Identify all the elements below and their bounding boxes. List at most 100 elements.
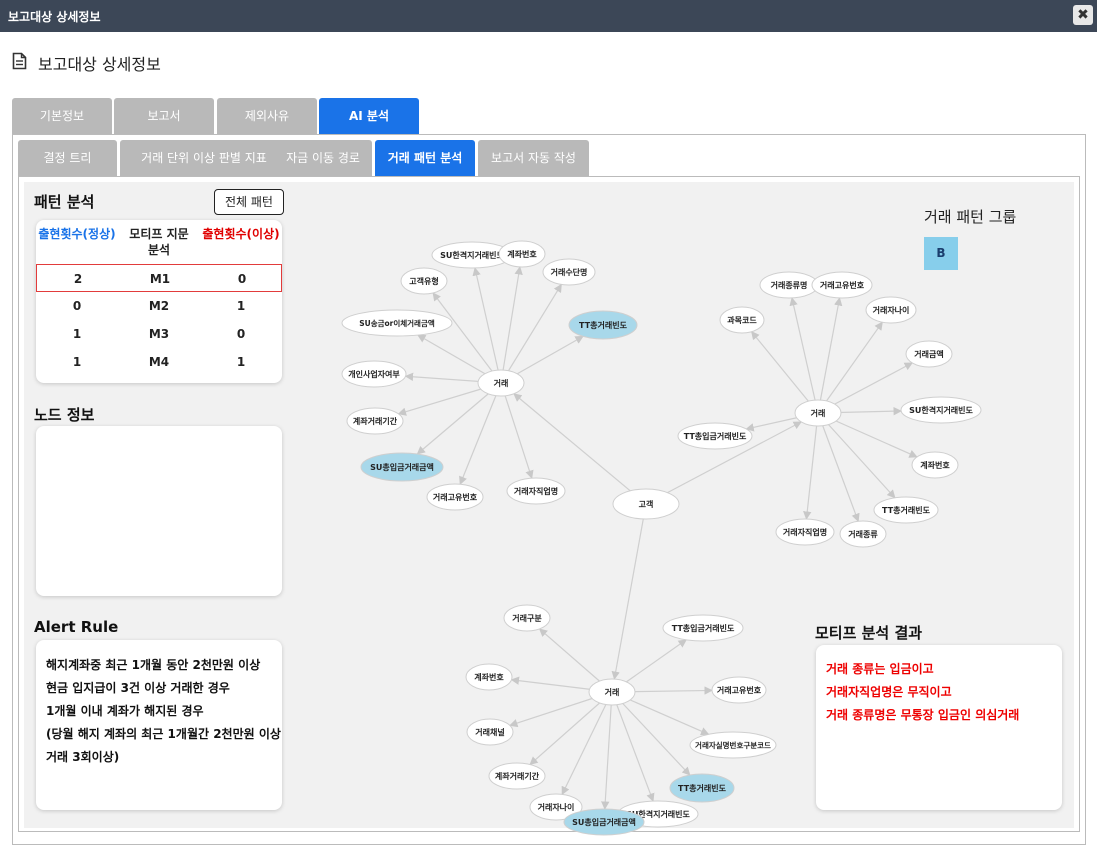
graph-node-label: 거래고유번호 <box>820 280 865 290</box>
graph-node-d4[interactable]: 거래고유번호 <box>711 676 767 704</box>
graph-node-label: 거래수단명 <box>551 267 588 277</box>
node-info-title: 노드 정보 <box>34 406 95 424</box>
col-normal-count: 출현횟수(정상) <box>38 227 116 241</box>
pattern-table: 출현횟수(정상) 모티프 지문 분석 출현횟수(이상) 2 M1 0 0 M2 … <box>36 220 282 383</box>
graph-node-a4[interactable]: 거래수단명 <box>542 258 596 286</box>
graph-node-label: 고객유형 <box>409 276 438 286</box>
normal-count-cell: 0 <box>72 299 82 313</box>
graph-node-label: 거래금액 <box>914 349 943 359</box>
graph-node-h3[interactable]: 거래 <box>588 678 636 706</box>
graph-node-label: SU한격지거래빈도 <box>440 250 504 260</box>
graph-node-d6[interactable]: 거래자실명번호구분코드 <box>689 731 777 759</box>
graph-edge <box>601 691 613 810</box>
pattern-group-badge[interactable]: B <box>924 237 958 270</box>
graph-node-d3[interactable]: 계좌번호 <box>465 663 513 691</box>
graph-node-h1[interactable]: 거래 <box>477 369 525 397</box>
graph-node-label: SU한격지거래빈도 <box>909 405 973 415</box>
pattern-row[interactable]: 1 M3 0 <box>36 320 282 348</box>
graph-node-a2[interactable]: 계좌번호 <box>498 240 546 268</box>
graph-node-b6[interactable]: TT총입금거래빈도 <box>677 422 753 450</box>
motif-result-line: 거래 종류는 입금이고 <box>826 662 934 676</box>
graph-node-label: SU총입금거래금액 <box>572 817 636 827</box>
graph-node-b4[interactable]: 거래자나이 <box>865 296 917 324</box>
graph-node-d11[interactable]: SU총입금거래금액 <box>563 808 645 836</box>
graph-node-label: 계좌번호 <box>920 460 950 470</box>
graph-node-label: 거래고유번호 <box>433 492 478 502</box>
graph-node-b1[interactable]: 거래종류명 <box>759 271 819 299</box>
graph-node-label: 개인사업자여부 <box>348 369 400 379</box>
graph-node-a10[interactable]: 거래고유번호 <box>426 483 484 511</box>
graph-node-label: 거래자실명번호구분코드 <box>695 740 771 750</box>
graph-edge <box>817 297 843 414</box>
graph-node-a11[interactable]: 거래자직업명 <box>506 477 566 505</box>
graph-node-a7[interactable]: 개인사업자여부 <box>341 360 407 388</box>
graph-edge <box>611 691 655 802</box>
alert-rule-line: 1개월 이내 계좌가 해지된 경우 <box>46 704 204 718</box>
graph-edge <box>611 691 691 776</box>
pattern-row[interactable]: 2 M1 0 <box>36 264 282 292</box>
graph-node-c[interactable]: 고객 <box>612 488 680 520</box>
graph-node-label: 거래채널 <box>475 727 504 737</box>
abnormal-count-cell: 1 <box>236 355 246 369</box>
graph-node-label: 고객 <box>639 499 654 509</box>
graph-node-label: 거래구분 <box>512 613 542 623</box>
normal-count-cell: 1 <box>72 355 82 369</box>
graph-node-d8[interactable]: TT총거래빈도 <box>669 773 735 803</box>
pattern-analysis-title: 패턴 분석 <box>34 193 95 211</box>
graph-edge <box>817 412 860 523</box>
all-patterns-button[interactable]: 전체 패턴 <box>214 189 284 215</box>
graph-edge <box>817 321 883 414</box>
graph-node-h2[interactable]: 거래 <box>794 399 842 427</box>
motif-result-line: 거래자직업명은 무직이고 <box>826 685 952 699</box>
graph-node-label: 계좌거래기간 <box>353 416 398 426</box>
graph-node-label: 과목코드 <box>727 315 757 325</box>
graph-node-b5[interactable]: 거래금액 <box>905 340 953 368</box>
node-info-panel <box>36 426 282 596</box>
motif-cell: M4 <box>148 355 170 369</box>
graph-edge <box>611 503 647 680</box>
pattern-row[interactable]: 1 M4 1 <box>36 348 282 376</box>
graph-node-b7[interactable]: SU한격지거래빈도 <box>900 396 982 424</box>
graph-node-b2[interactable]: 거래고유번호 <box>811 271 873 299</box>
alert-rule-line: 현금 입지급이 3건 이상 거래한 경우 <box>46 681 230 695</box>
motif-cell: M1 <box>149 272 171 286</box>
motif-cell: M2 <box>148 299 170 313</box>
graph-node-label: TT총거래빈도 <box>882 505 931 515</box>
abnormal-count-cell: 1 <box>236 299 246 313</box>
graph-node-label: 거래 <box>494 378 509 388</box>
graph-node-a3[interactable]: 고객유형 <box>400 267 448 295</box>
graph-edge <box>561 691 613 796</box>
alert-rule-line: 거래 3회이상) <box>46 750 120 764</box>
graph-node-a8[interactable]: 계좌거래기간 <box>346 407 404 435</box>
graph-node-b3[interactable]: 과목코드 <box>719 306 765 334</box>
graph-edge <box>459 382 502 486</box>
graph-node-label: 거래자나이 <box>538 802 575 812</box>
motif-cell: M3 <box>148 327 170 341</box>
graph-node-label: SU송금or이체거래금액 <box>359 318 435 328</box>
alert-rule-title: Alert Rule <box>34 618 119 636</box>
alert-rule-text: 해지계좌중 최근 1개월 동안 2천만원 이상 현금 입지급이 3건 이상 거래… <box>46 654 281 769</box>
graph-node-label: 거래종류명 <box>771 280 808 290</box>
graph-node-a6[interactable]: TT총거래빈도 <box>568 310 638 340</box>
graph-node-a9[interactable]: SU총입금거래금액 <box>360 452 444 482</box>
graph-node-label: 계좌거래기간 <box>495 771 540 781</box>
graph-node-b10[interactable]: 거래자직업명 <box>775 518 835 546</box>
pattern-row[interactable]: 0 M2 1 <box>36 292 282 320</box>
graph-node-label: TT총입금거래빈도 <box>684 431 747 441</box>
motif-result-line: 거래 종류명은 무통장 입금인 의심거래 <box>826 708 1020 722</box>
normal-count-cell: 2 <box>73 272 83 286</box>
graph-node-d5[interactable]: 거래채널 <box>466 718 514 746</box>
graph-node-label: 거래종류 <box>848 529 878 539</box>
graph-node-d7[interactable]: 계좌거래기간 <box>488 762 546 790</box>
motif-result-title: 모티프 분석 결과 <box>815 624 923 642</box>
graph-node-label: TT총거래빈도 <box>678 783 727 793</box>
graph-node-b8[interactable]: 계좌번호 <box>911 451 959 479</box>
graph-node-d1[interactable]: 거래구분 <box>503 604 551 632</box>
graph-node-label: 거래자직업명 <box>783 527 827 537</box>
graph-node-a5[interactable]: SU송금or이체거래금액 <box>341 309 453 337</box>
alert-rule-line: 해지계좌중 최근 1개월 동안 2천만원 이상 <box>46 658 261 672</box>
graph-node-b9[interactable]: TT총거래빈도 <box>873 496 939 524</box>
graph-edge <box>817 412 896 499</box>
graph-node-d2[interactable]: TT총입금거래빈도 <box>662 614 744 642</box>
graph-node-b11[interactable]: 거래종류 <box>839 520 887 548</box>
